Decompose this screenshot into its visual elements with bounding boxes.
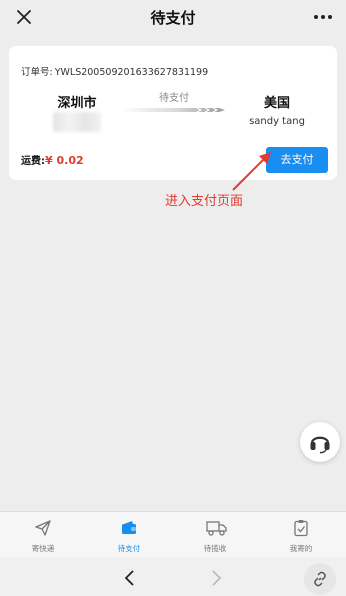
shipping-fee: 运费:¥ 0.02 — [21, 152, 84, 167]
tab-label: 待揽收 — [203, 544, 227, 553]
order-card[interactable]: 订单号: YWLS200509201633627831199 深圳市 待支付 美国… — [9, 46, 337, 180]
tab-label: 我寄的 — [289, 544, 313, 553]
tab-pending-payment[interactable]: 待支付 — [86, 512, 172, 558]
customer-service-button[interactable] — [300, 422, 340, 462]
wallet-icon — [122, 521, 136, 534]
fee-label: 运费: — [21, 156, 45, 167]
tab-send[interactable]: 寄快递 — [0, 512, 86, 558]
link-icon — [314, 571, 326, 587]
top-bar: 待支付 — [0, 0, 346, 34]
tab-my-sent[interactable]: 我寄的 — [258, 512, 344, 558]
order-number-label: 订单号: — [21, 67, 53, 78]
browser-nav-bar — [0, 557, 346, 596]
back-button[interactable] — [122, 569, 138, 587]
fee-amount: ¥ 0.02 — [45, 154, 84, 167]
sender-name-blurred — [53, 112, 101, 132]
origin-city: 深圳市 — [57, 96, 97, 111]
headset-icon — [310, 436, 330, 454]
forward-button[interactable] — [208, 569, 224, 587]
checklist-icon — [294, 520, 308, 537]
annotation-arrow-icon — [232, 152, 271, 191]
tab-pending-pickup[interactable]: 待揽收 — [172, 512, 258, 558]
bottom-tab-bar: 寄快递 待支付 待揽收 我寄的 — [0, 511, 346, 558]
truck-icon — [206, 521, 227, 536]
order-status: 待支付 — [159, 93, 189, 104]
more-button[interactable] — [310, 6, 336, 28]
route-arrow-icon — [119, 107, 225, 113]
order-number: 订单号: YWLS200509201633627831199 — [21, 64, 208, 78]
send-icon — [35, 520, 51, 536]
chevron-right-icon — [212, 570, 222, 586]
chevron-left-icon — [124, 570, 134, 586]
page-title: 待支付 — [150, 9, 196, 27]
annotation-text: 进入支付页面 — [165, 194, 244, 209]
order-number-value: YWLS200509201633627831199 — [54, 67, 209, 78]
tab-label: 寄快递 — [31, 544, 55, 553]
destination-country: 美国 — [263, 96, 290, 111]
link-button[interactable] — [304, 563, 336, 595]
more-icon — [314, 15, 332, 19]
recipient-name: sandy tang — [249, 116, 305, 127]
tab-label: 待支付 — [117, 544, 141, 553]
